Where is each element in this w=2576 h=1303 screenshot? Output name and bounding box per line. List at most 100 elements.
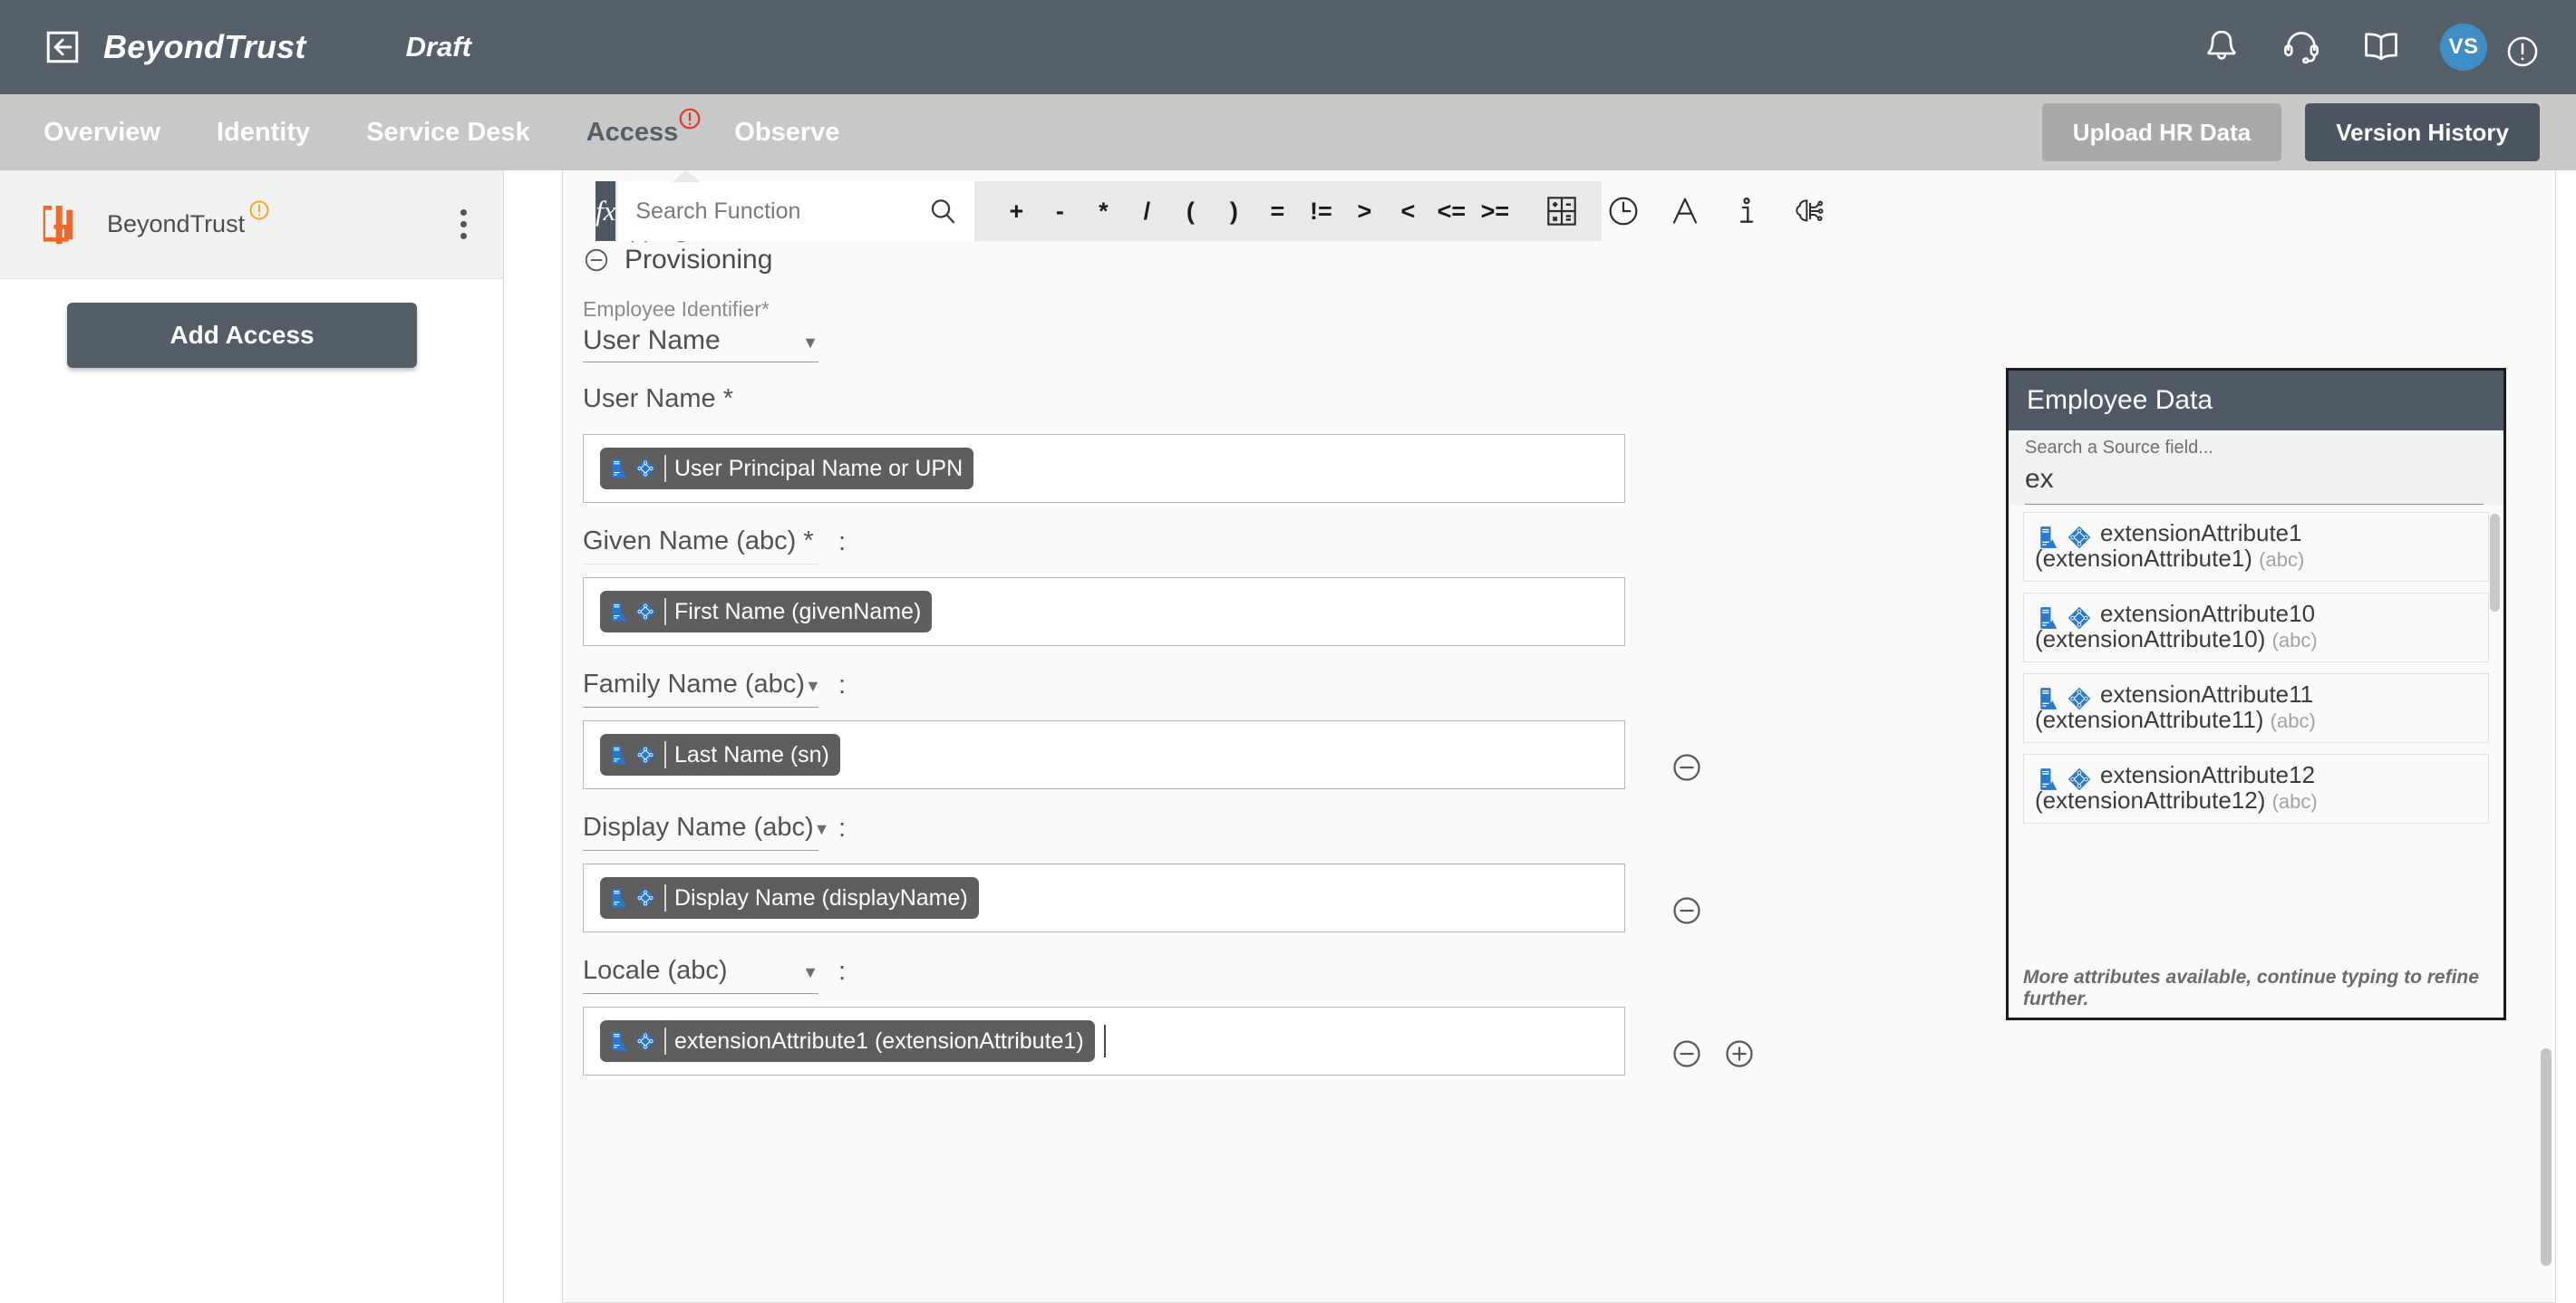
operator-buttons: + - * / ( ) = != > < <= >= (974, 181, 1516, 241)
section-title: Provisioning (625, 245, 773, 275)
operator-minus[interactable]: - (1038, 198, 1081, 226)
row-colon: : (838, 527, 847, 556)
operator-divide[interactable]: / (1125, 198, 1168, 226)
source-token[interactable]: Last Name (sn) (600, 734, 840, 776)
text-format-icon[interactable] (1667, 193, 1703, 229)
section-header[interactable]: Provisioning (583, 245, 772, 275)
mapping-target-select[interactable]: Family Name (abc) ▼ (583, 670, 821, 708)
headset-icon[interactable] (2281, 26, 2322, 68)
function-search-box[interactable] (617, 181, 975, 241)
mapping-target-select[interactable]: Display Name (abc) ▼ (583, 813, 829, 851)
employee-data-search[interactable]: Search a Source field... ex (2009, 430, 2503, 505)
nav-label: Overview (44, 117, 160, 147)
nav-item-identity[interactable]: Identity (217, 118, 310, 148)
nav-label: Observe (734, 117, 840, 147)
plus-circle-icon[interactable] (1723, 1038, 1756, 1070)
operator-equals[interactable]: = (1255, 198, 1299, 226)
list-item[interactable]: extensionAttribute12 (extensionAttribute… (2023, 754, 2489, 825)
canvas-scrollbar-thumb[interactable] (2541, 1048, 2552, 1266)
source-token[interactable]: First Name (givenName) (600, 591, 933, 632)
avatar[interactable]: VS (2440, 24, 2487, 71)
exclamation-circle-icon[interactable] (2505, 34, 2540, 69)
server-source-icon (612, 602, 627, 622)
mapping-token-input[interactable]: extensionAttribute1 (extensionAttribute1… (583, 1007, 1625, 1076)
more-options-icon[interactable] (460, 209, 467, 239)
active-directory-icon (2068, 526, 2091, 549)
formula-tool-icons (1516, 181, 1846, 241)
employee-data-scrollbar-thumb[interactable] (2490, 514, 2500, 612)
list-item[interactable]: extensionAttribute1 (extensionAttribute1… (2023, 512, 2489, 583)
nav-item-access[interactable]: Access (586, 108, 701, 148)
employee-data-list: extensionAttribute1 (extensionAttribute1… (2009, 505, 2503, 967)
operator-greater-than[interactable]: > (1342, 198, 1386, 226)
nav-bar: Overview Identity Service Desk Access Ob… (0, 94, 2576, 170)
server-source-icon (612, 745, 627, 765)
item-icons (2035, 766, 2093, 793)
employee-data-search-caption: Search a Source field... (2025, 438, 2213, 458)
mapping-row-actions (1671, 1038, 1756, 1070)
operator-less-than[interactable]: < (1386, 198, 1429, 226)
list-item-type: (abc) (2271, 628, 2318, 652)
mapping-token-input[interactable]: First Name (givenName) (583, 577, 1625, 646)
chevron-down-icon: ▼ (802, 333, 818, 352)
access-alert-icon (679, 108, 701, 129)
item-icons (2035, 604, 2093, 632)
calculator-icon[interactable] (1544, 193, 1580, 229)
search-icon[interactable] (927, 196, 958, 227)
info-icon[interactable] (1729, 193, 1765, 229)
employee-data-search-input[interactable]: ex (2025, 458, 2484, 505)
operator-greater-equal[interactable]: >= (1473, 198, 1516, 226)
sidebar-connector-name: BeyondTrust (107, 210, 246, 237)
mapping-target-label: Family Name (abc) (583, 670, 805, 699)
fx-button[interactable]: fx (596, 181, 616, 241)
formula-toolbar-pointer (672, 170, 701, 182)
list-item[interactable]: extensionAttribute10 (extensionAttribute… (2023, 593, 2489, 663)
token-divider (664, 884, 666, 912)
server-source-icon (2040, 768, 2058, 791)
employee-identifier-select[interactable]: User Name ▼ (583, 325, 818, 362)
mapping-token-input[interactable]: Last Name (sn) (583, 720, 1625, 789)
minus-circle-icon[interactable] (1671, 751, 1703, 784)
operator-multiply[interactable]: * (1081, 198, 1125, 226)
source-token-label: First Name (givenName) (674, 598, 922, 624)
upload-hr-data-button[interactable]: Upload HR Data (2041, 103, 2282, 161)
ai-brain-icon[interactable] (1790, 193, 1826, 229)
mapping-target-label: Display Name (abc) (583, 813, 814, 842)
token-divider (664, 598, 666, 625)
function-search-input[interactable] (635, 198, 928, 225)
clock-icon[interactable] (1605, 193, 1641, 229)
token-icons (607, 1029, 657, 1053)
mapping-token-input[interactable]: Display Name (displayName) (583, 864, 1625, 932)
add-access-button[interactable]: Add Access (67, 303, 417, 368)
nav-item-service-desk[interactable]: Service Desk (366, 118, 530, 148)
operator-not-equals[interactable]: != (1299, 198, 1342, 226)
operator-plus[interactable]: + (994, 198, 1038, 226)
chevron-down-icon: ▼ (813, 820, 830, 838)
bell-icon[interactable] (2201, 26, 2242, 68)
nav-item-overview[interactable]: Overview (44, 118, 160, 148)
book-icon[interactable] (2360, 26, 2402, 68)
mapping-token-input[interactable]: User Principal Name or UPN (583, 434, 1625, 503)
beyondtrust-logo-icon (43, 205, 73, 244)
source-token[interactable]: Display Name (displayName) (600, 877, 979, 919)
operator-paren-open[interactable]: ( (1168, 198, 1212, 226)
server-source-icon (2040, 526, 2058, 548)
minus-circle-icon[interactable] (583, 246, 610, 274)
active-directory-icon (635, 888, 655, 908)
version-history-button[interactable]: Version History (2305, 103, 2540, 161)
source-token[interactable]: extensionAttribute1 (extensionAttribute1… (600, 1020, 1095, 1062)
nav-item-observe[interactable]: Observe (734, 118, 839, 148)
mapping-target-select: User Name * (583, 384, 818, 421)
back-arrow-icon[interactable] (44, 28, 82, 66)
row-colon: : (838, 671, 847, 700)
list-item[interactable]: extensionAttribute11 (extensionAttribute… (2023, 673, 2489, 744)
minus-circle-icon[interactable] (1671, 894, 1703, 927)
sidebar-connector-card[interactable]: BeyondTrust (0, 170, 503, 279)
mapping-target-label: Locale (abc) (583, 956, 728, 985)
source-token[interactable]: User Principal Name or UPN (600, 448, 974, 489)
mapping-target-select[interactable]: Locale (abc) ▼ (583, 956, 818, 994)
top-bar-actions: VS (2201, 24, 2576, 71)
operator-paren-close[interactable]: ) (1212, 198, 1255, 226)
operator-less-equal[interactable]: <= (1429, 198, 1473, 226)
minus-circle-icon[interactable] (1671, 1038, 1703, 1070)
